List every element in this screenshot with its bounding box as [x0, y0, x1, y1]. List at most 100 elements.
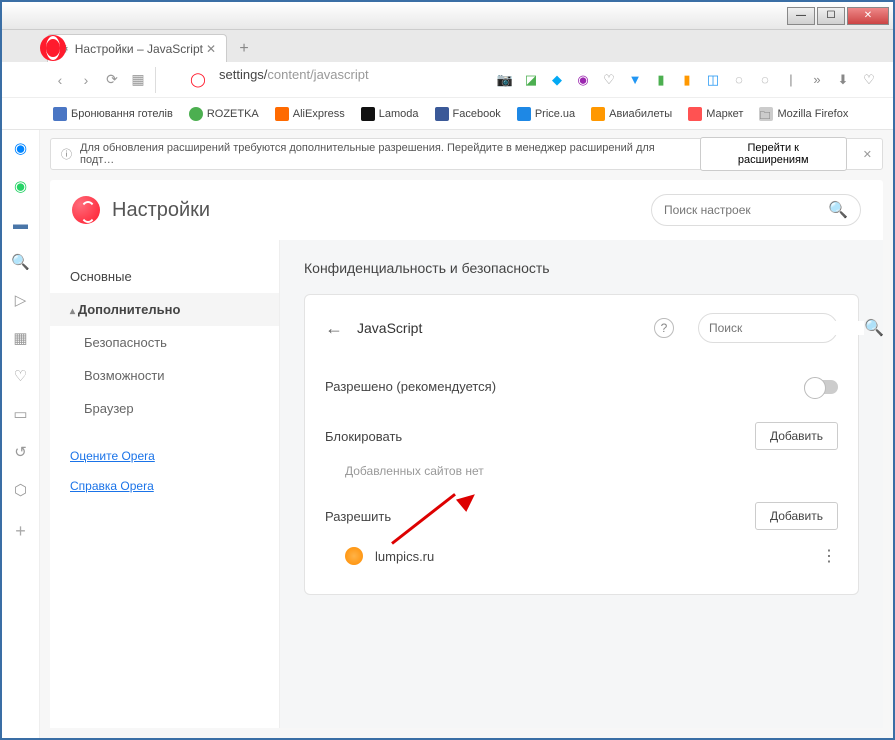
ext-icon[interactable]: ◌: [731, 72, 747, 88]
bookmark-icon: [517, 107, 531, 121]
add-block-button[interactable]: Добавить: [755, 422, 838, 450]
whatsapp-icon[interactable]: ◉: [11, 176, 31, 196]
history-icon[interactable]: ↺: [11, 442, 31, 462]
allow-label: Разрешить: [325, 509, 391, 524]
bookmark-item[interactable]: Facebook: [429, 104, 507, 124]
bookmark-icon: [53, 107, 67, 121]
settings-search-input[interactable]: [664, 203, 828, 217]
settings-nav: Основные Дополнительно Безопасность Возм…: [50, 240, 280, 728]
news-icon[interactable]: ▭: [11, 404, 31, 424]
bookmarks-bar: Бронювання готелів ROZETKA AliExpress La…: [2, 98, 893, 130]
ext-icon[interactable]: ▮: [679, 72, 695, 88]
browser-tab[interactable]: ⚙ Настройки – JavaScript ✕: [47, 34, 227, 62]
bookmark-item[interactable]: Price.ua: [511, 104, 581, 124]
heart-icon[interactable]: ♡: [11, 366, 31, 386]
address-bar: ‹ › ⟳ ▦ ◯ settings/content/javascript 📷 …: [2, 62, 893, 98]
close-notification-icon[interactable]: ✕: [863, 148, 872, 161]
ext-icon[interactable]: ◪: [523, 72, 539, 88]
allowed-label: Разрешено (рекомендуется): [325, 379, 496, 394]
ext-icon[interactable]: ◉: [575, 72, 591, 88]
opera-menu-button[interactable]: [40, 35, 66, 61]
close-tab-icon[interactable]: ✕: [206, 42, 216, 56]
bookmark-icon[interactable]: ♡: [861, 72, 877, 88]
address-icons: 📷 ◪ ◆ ◉ ♡ ▼ ▮ ▮ ◫ ◌ ◌ | » ⬇ ♡: [497, 72, 885, 88]
nav-advanced[interactable]: Дополнительно: [50, 293, 279, 326]
messenger-icon[interactable]: ◉: [11, 138, 31, 158]
nav-features[interactable]: Возможности: [50, 359, 279, 392]
help-opera-link[interactable]: Справка Opera: [50, 471, 279, 501]
bookmark-item[interactable]: Бронювання готелів: [47, 104, 179, 124]
speed-dial-icon[interactable]: ▦: [11, 328, 31, 348]
add-sidebar-icon[interactable]: +: [12, 522, 30, 540]
card-search[interactable]: 🔍: [698, 313, 838, 343]
help-icon[interactable]: ?: [654, 318, 674, 338]
bookmark-item[interactable]: Маркет: [682, 104, 749, 124]
bookmark-icon: [189, 107, 203, 121]
bookmark-icon: [275, 107, 289, 121]
ext-icon[interactable]: ◆: [549, 72, 565, 88]
site-domain: lumpics.ru: [375, 549, 434, 564]
search-icon: 🔍: [828, 200, 848, 220]
javascript-card: ← JavaScript ? 🔍 Разрешено (рекомендуетс…: [304, 294, 859, 595]
extensions-icon[interactable]: ⬡: [11, 480, 31, 500]
back-button[interactable]: ‹: [47, 67, 73, 93]
site-info-icon[interactable]: ◯: [185, 67, 211, 93]
back-arrow-icon[interactable]: ←: [325, 318, 343, 339]
ext-icon[interactable]: ▮: [653, 72, 669, 88]
ext-icon[interactable]: ♡: [601, 72, 617, 88]
card-search-input[interactable]: [709, 321, 864, 335]
site-more-icon[interactable]: ⋮: [821, 546, 838, 566]
tab-title: Настройки – JavaScript: [75, 42, 203, 56]
content-area: ⓘ Для обновления расширений требуются до…: [40, 130, 893, 738]
send-icon[interactable]: ▷: [11, 290, 31, 310]
card-title: JavaScript: [357, 320, 422, 336]
bookmark-icon: [361, 107, 375, 121]
bookmark-item[interactable]: 🗀Mozilla Firefox: [753, 104, 854, 124]
speed-dial-button[interactable]: ▦: [125, 67, 151, 93]
search-icon: 🔍: [864, 318, 884, 338]
bookmark-icon: [435, 107, 449, 121]
bookmark-icon: [591, 107, 605, 121]
camera-icon[interactable]: 📷: [497, 72, 513, 88]
settings-search[interactable]: 🔍: [651, 194, 861, 226]
more-icon[interactable]: »: [809, 72, 825, 88]
settings-panel: Конфиденциальность и безопасность ← Java…: [280, 240, 883, 728]
allow-section: Разрешить Добавить: [325, 488, 838, 536]
address-input[interactable]: settings/content/javascript: [211, 67, 497, 93]
info-icon: ⓘ: [61, 146, 72, 162]
bookmark-item[interactable]: ROZETKA: [183, 104, 265, 124]
page-title: Настройки: [112, 199, 210, 222]
nav-browser[interactable]: Браузер: [50, 392, 279, 425]
new-tab-button[interactable]: +: [231, 36, 257, 62]
allowed-site-row[interactable]: lumpics.ru ⋮: [325, 536, 838, 576]
minimize-button[interactable]: —: [787, 7, 815, 25]
nav-security[interactable]: Безопасность: [50, 326, 279, 359]
bookmark-item[interactable]: Lamoda: [355, 104, 425, 124]
vk-icon[interactable]: ▬: [11, 214, 31, 234]
forward-button[interactable]: ›: [73, 67, 99, 93]
ext-icon[interactable]: ▼: [627, 72, 643, 88]
rate-opera-link[interactable]: Оцените Opera: [50, 441, 279, 471]
ext-icon[interactable]: ◌: [757, 72, 773, 88]
download-icon[interactable]: ⬇: [835, 72, 851, 88]
settings-header: Настройки 🔍: [50, 180, 883, 240]
bookmark-item[interactable]: AliExpress: [269, 104, 351, 124]
bookmark-item[interactable]: Авиабилеты: [585, 104, 678, 124]
javascript-toggle[interactable]: [804, 380, 838, 394]
close-button[interactable]: ✕: [847, 7, 889, 25]
add-allow-button[interactable]: Добавить: [755, 502, 838, 530]
go-to-extensions-button[interactable]: Перейти к расширениям: [700, 137, 847, 171]
maximize-button[interactable]: ☐: [817, 7, 845, 25]
folder-icon: 🗀: [759, 107, 773, 121]
block-label: Блокировать: [325, 429, 402, 444]
nav-basic[interactable]: Основные: [50, 260, 279, 293]
opera-logo-icon: [72, 196, 100, 224]
window-titlebar: — ☐ ✕: [2, 2, 893, 30]
reload-button[interactable]: ⟳: [99, 67, 125, 93]
divider: |: [783, 72, 799, 88]
search-icon[interactable]: 🔍: [11, 252, 31, 272]
allowed-row: Разрешено (рекомендуется): [325, 365, 838, 408]
ext-icon[interactable]: ◫: [705, 72, 721, 88]
bookmark-icon: [688, 107, 702, 121]
block-section: Блокировать Добавить: [325, 408, 838, 456]
